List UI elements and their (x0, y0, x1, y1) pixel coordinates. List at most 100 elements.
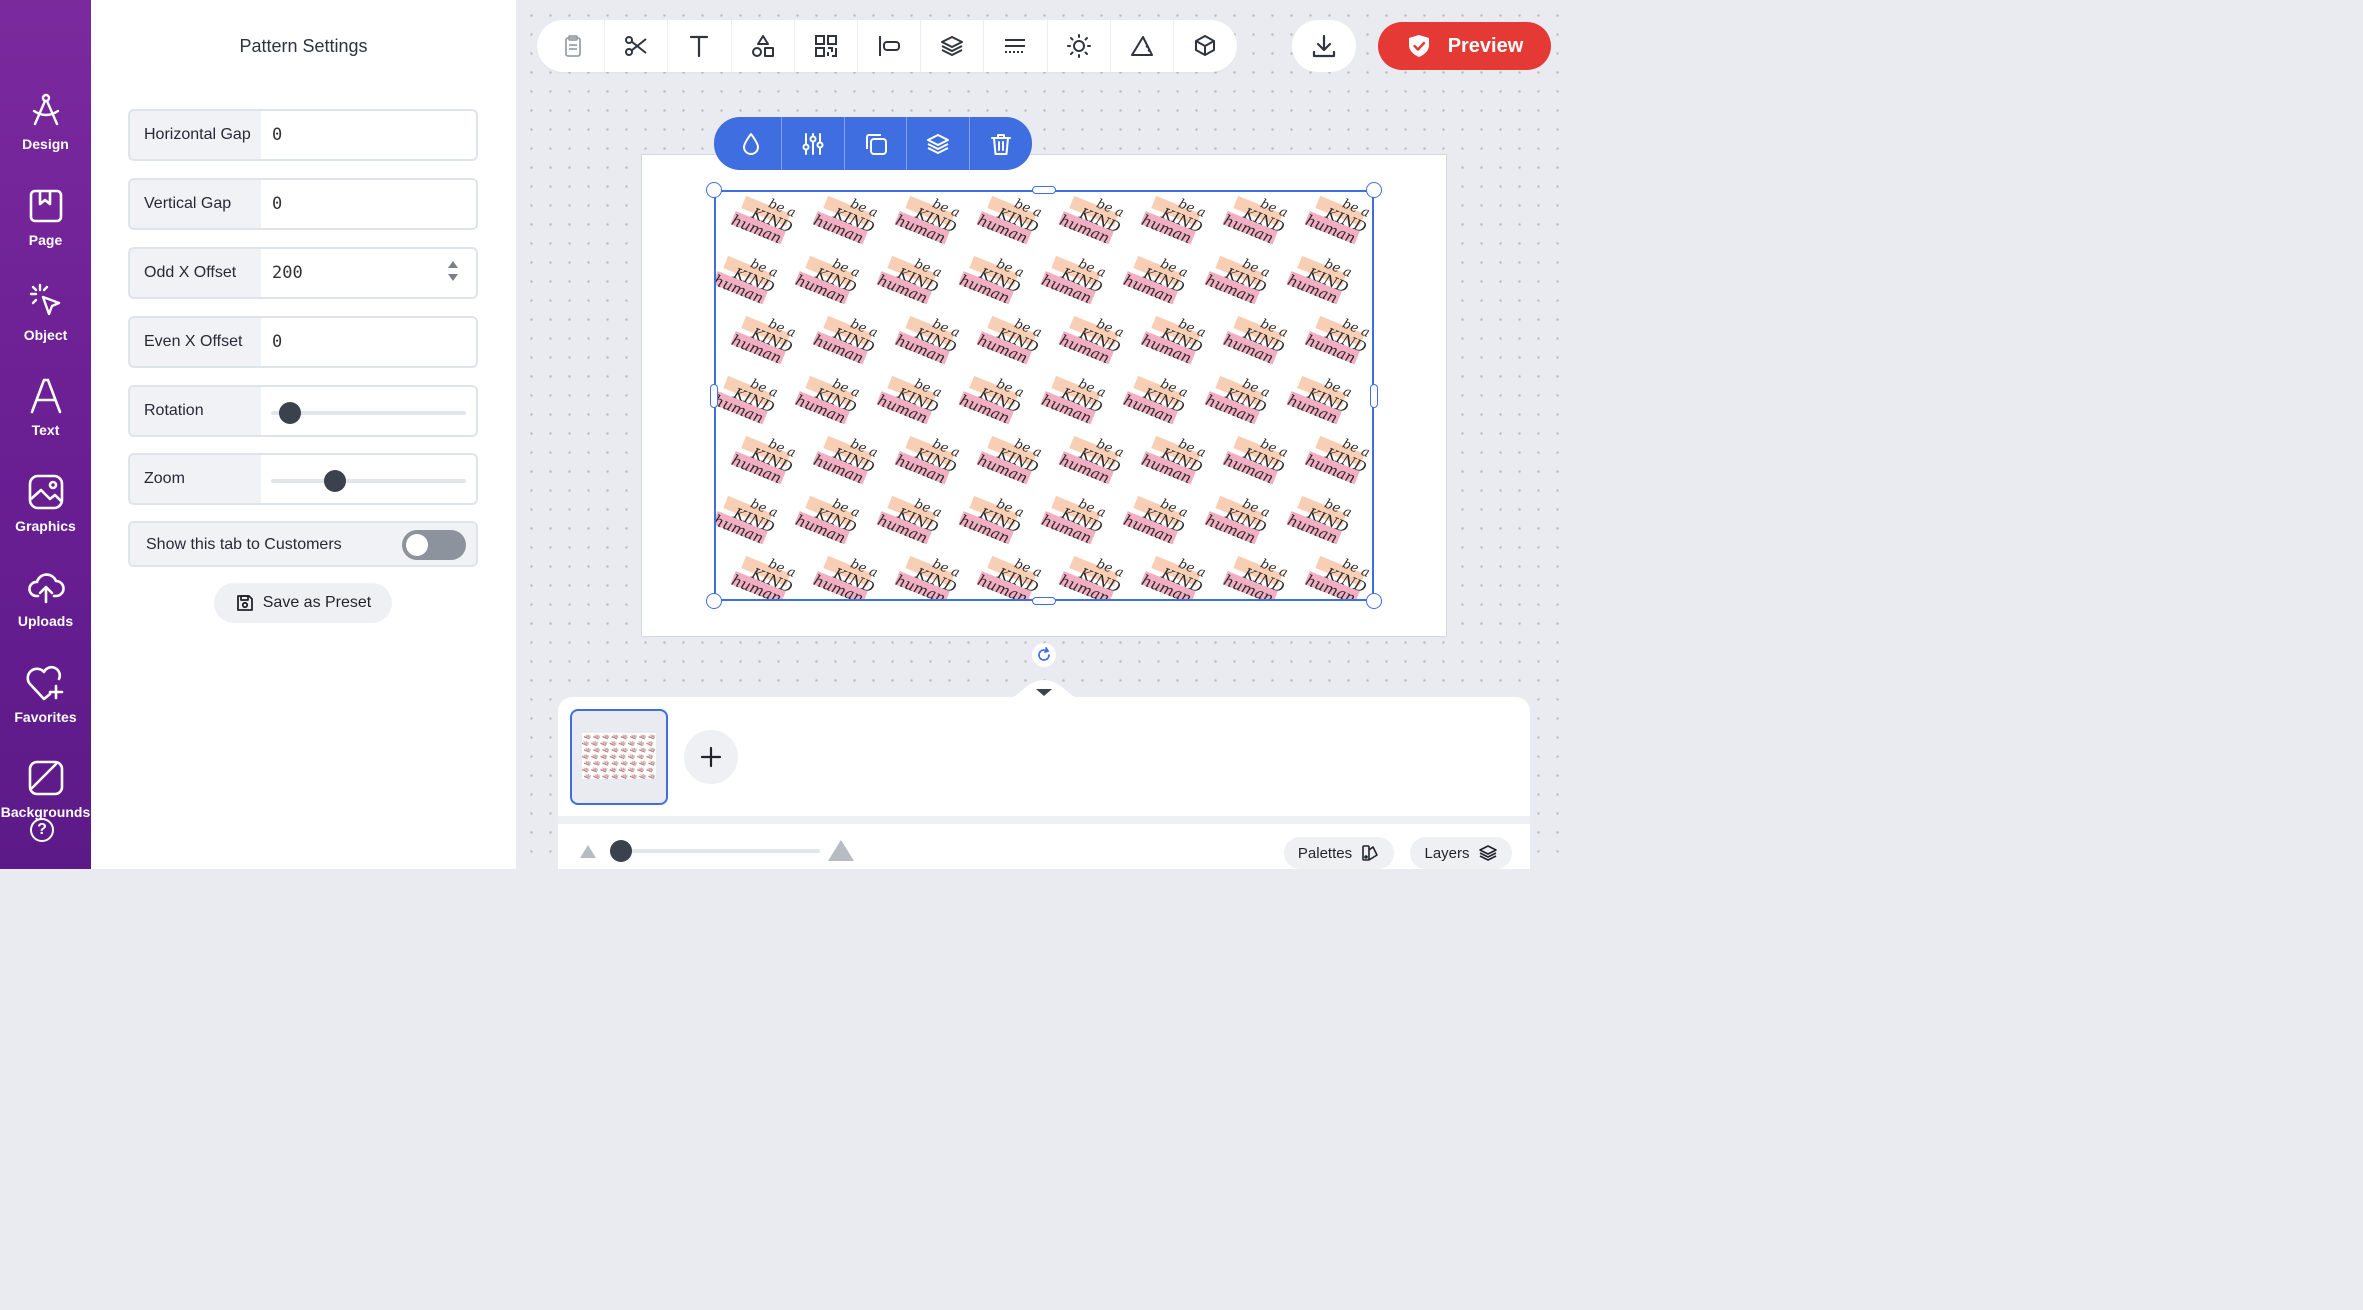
pattern-tile: be aKINDhuman (1221, 435, 1290, 487)
pattern-tile: be aKINDhuman (1303, 555, 1372, 599)
pattern-tile: be aKINDhuman (618, 740, 626, 747)
field-label: Rotation (144, 402, 204, 419)
slider-thumb[interactable] (323, 470, 346, 492)
zoom-slider-thumb[interactable] (609, 840, 632, 862)
slider-thumb[interactable] (279, 402, 302, 424)
pattern-tile: be aKINDhuman (611, 747, 619, 754)
resize-handle-bottom-left[interactable] (706, 593, 722, 609)
heart-plus-icon (26, 665, 63, 701)
increment-arrow-icon[interactable] (448, 261, 458, 268)
pattern-tile: be aKINDhuman (1121, 255, 1190, 307)
number-stepper[interactable] (448, 261, 458, 281)
even-x-offset-input[interactable]: 0 (261, 318, 476, 366)
zoom-slider[interactable] (261, 455, 476, 503)
resize-handle-top-right[interactable] (1366, 182, 1382, 198)
fill-color-button[interactable] (720, 117, 783, 170)
arrange-layers-button[interactable] (907, 117, 970, 170)
tool-triangle-ruler[interactable] (1111, 20, 1174, 72)
triangle-ruler-icon (1130, 36, 1153, 56)
help-icon[interactable]: ? (30, 818, 54, 842)
tool-text[interactable] (668, 20, 732, 72)
duplicate-icon (865, 133, 887, 155)
resize-handle-top-left[interactable] (706, 182, 722, 198)
resize-handle-bottom[interactable] (1032, 597, 1056, 605)
zoom-out-icon[interactable] (580, 845, 596, 858)
layers-label: Layers (1424, 844, 1470, 862)
resize-handle-right[interactable] (1370, 384, 1378, 408)
save-icon (236, 595, 253, 611)
odd-x-offset-input[interactable]: 200 (261, 249, 476, 297)
zoom-track[interactable] (610, 849, 820, 853)
pattern-tile: be aKINDhuman (600, 767, 608, 773)
duplicate-button[interactable] (845, 117, 908, 170)
pattern-tile: be aKINDhuman (648, 747, 656, 754)
pattern-tile: be aKINDhuman (602, 773, 610, 780)
pattern-tile: be aKINDhuman (1121, 375, 1190, 427)
pattern-tile: be aKINDhuman (593, 760, 601, 767)
adjust-button[interactable] (782, 117, 845, 170)
delete-button[interactable] (970, 117, 1032, 170)
slider-track[interactable] (271, 479, 466, 483)
pattern-tile: be aKINDhuman (637, 740, 645, 747)
preview-button[interactable]: Preview (1378, 22, 1551, 70)
resize-handle-bottom-right[interactable] (1366, 593, 1382, 609)
trash-icon (990, 133, 1011, 155)
decrement-arrow-icon[interactable] (448, 274, 458, 281)
bookmark-page-icon (29, 189, 62, 223)
tool-qr-code[interactable] (795, 20, 858, 72)
show-tab-row: Show this tab to Customers (128, 521, 478, 567)
page-thumbnail[interactable]: be a KIND human be a KIND human be a KIND human b… (570, 709, 668, 805)
even-x-offset-field: Even X Offset 0 (128, 316, 478, 368)
tool-brightness[interactable] (1048, 20, 1111, 72)
show-tab-toggle[interactable] (402, 530, 466, 560)
sidebar-item-text[interactable]: Text (0, 370, 91, 460)
sidebar-item-label: Page (28, 232, 63, 248)
tool-shapes[interactable] (732, 20, 795, 72)
tool-3d-box[interactable] (1174, 20, 1237, 72)
sidebar-item-uploads[interactable]: Uploads (0, 561, 91, 651)
layers-button[interactable]: Layers (1410, 837, 1512, 869)
pattern-tile: be aKINDhuman (627, 740, 635, 747)
sidebar-item-favorites[interactable]: Favorites (0, 657, 91, 747)
rotate-handle[interactable] (1032, 643, 1056, 667)
pattern-tile: be aKINDhuman (1039, 375, 1108, 427)
sidebar-item-design[interactable]: Design (0, 84, 91, 174)
save-as-preset-button[interactable]: Save as Preset (214, 583, 392, 623)
pattern-tile: be aKINDhuman (1285, 255, 1354, 307)
sidebar-item-object[interactable]: Object (0, 275, 91, 365)
pattern-tile: be aKINDhuman (620, 773, 628, 780)
vertical-gap-input[interactable]: 0 (261, 180, 476, 228)
pattern-tile: be aKINDhuman (1303, 195, 1372, 247)
resize-handle-top[interactable] (1032, 186, 1056, 194)
pattern-tile: be aKINDhuman (1221, 555, 1290, 599)
pattern-tile: be aKINDhuman (593, 747, 601, 754)
rotation-slider[interactable] (261, 387, 476, 435)
pattern-tile: be aKINDhuman (729, 315, 798, 367)
pattern-tile: be aKINDhuman (1139, 555, 1208, 599)
tool-align[interactable] (858, 20, 922, 72)
pattern-tile: be aKINDhuman (1203, 375, 1272, 427)
tool-cut[interactable] (605, 20, 669, 72)
main-toolbar (537, 20, 1237, 72)
horizontal-gap-input[interactable]: 0 (261, 111, 476, 159)
zoom-in-icon[interactable] (828, 840, 854, 861)
tool-grid-lines[interactable] (984, 20, 1048, 72)
tool-layers[interactable] (921, 20, 985, 72)
palettes-button[interactable]: Palettes (1284, 837, 1394, 869)
pattern-tile: be aKINDhuman (893, 435, 962, 487)
pattern-tile: be aKINDhuman (1139, 195, 1208, 247)
pattern-tile: be aKINDhuman (600, 753, 608, 760)
resize-handle-left[interactable] (710, 384, 718, 408)
tool-clipboard[interactable] (542, 20, 606, 72)
download-button[interactable] (1292, 20, 1356, 72)
add-page-button[interactable] (684, 730, 738, 784)
rotation-field: Rotation (128, 385, 478, 437)
sidebar-item-graphics[interactable]: Graphics (0, 466, 91, 556)
field-label: Zoom (144, 470, 185, 487)
pointer-click-icon (29, 283, 60, 316)
shapes-icon (751, 35, 774, 57)
pattern-tile: be aKINDhuman (893, 315, 962, 367)
field-label: Odd X Offset (144, 264, 237, 281)
sidebar-item-page[interactable]: Page (0, 180, 91, 270)
pattern-object[interactable]: be a KIND human be a KIND human be a KIND human b… (714, 190, 1374, 601)
